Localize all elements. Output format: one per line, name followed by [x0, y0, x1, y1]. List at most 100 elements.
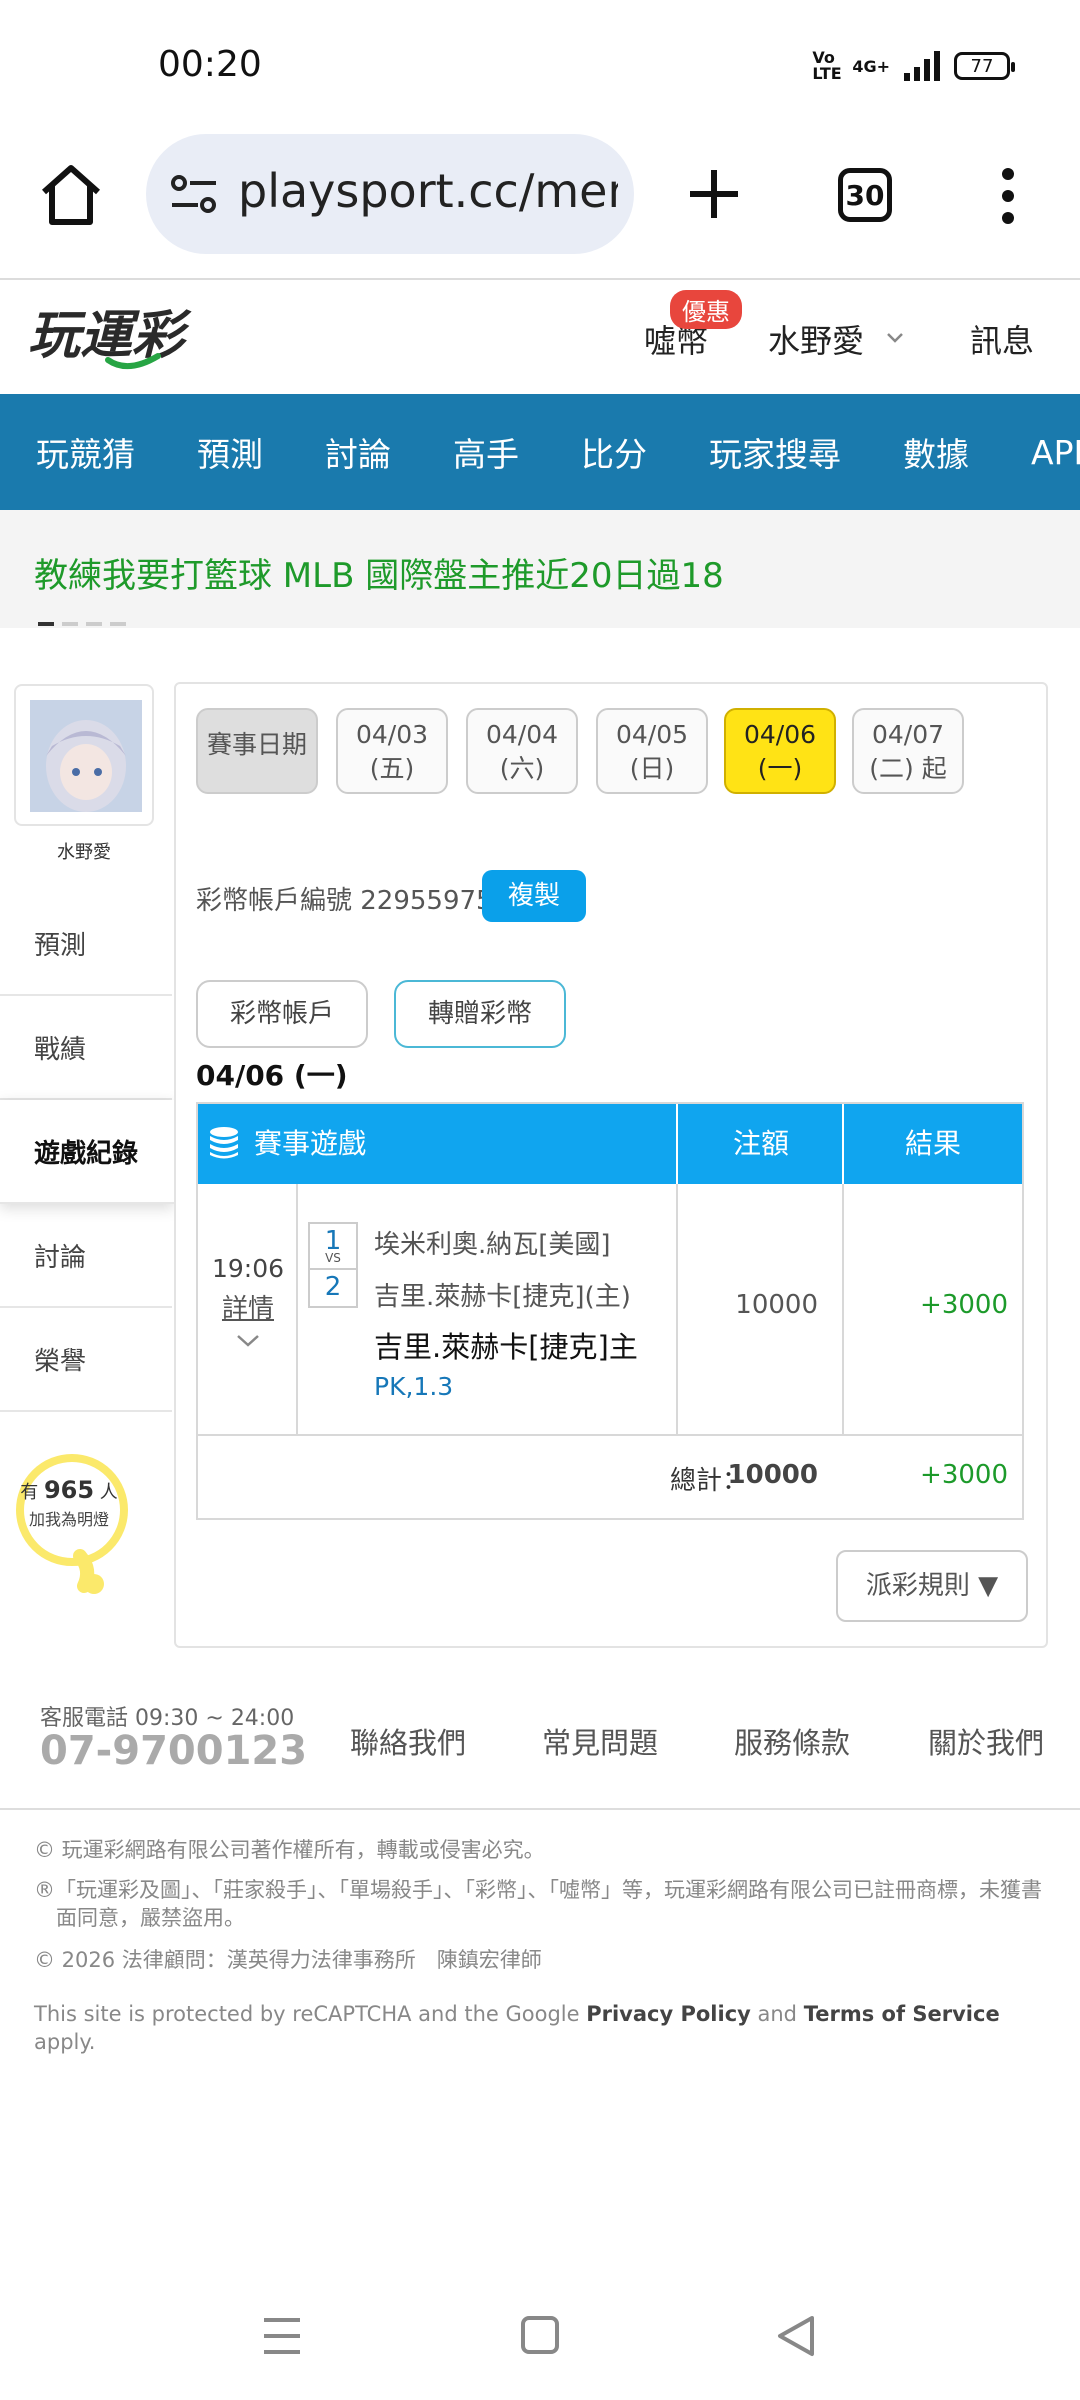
signal-icon: [904, 51, 940, 81]
coin-account-button[interactable]: 彩幣帳戶: [196, 980, 368, 1048]
url-text: playsport.cc/men: [238, 164, 618, 218]
team1-name: 埃米利奧.納瓦[美國]: [374, 1230, 611, 1260]
nav-item-data[interactable]: 數據: [903, 428, 969, 476]
nav-item-app[interactable]: APP: [1031, 433, 1080, 472]
main-nav: 玩競猜 預測 討論 高手 比分 玩家搜尋 數據 APP: [0, 394, 1080, 510]
tab-switcher-button[interactable]: 30: [838, 168, 892, 222]
battery-level: 77: [970, 55, 994, 77]
nav-item-discuss[interactable]: 討論: [325, 428, 391, 476]
sidebar-item-label: 榮譽: [34, 1346, 87, 1377]
avatar-name: 水野愛: [57, 842, 111, 863]
ticker-pagination: [38, 622, 126, 626]
divider: [676, 1104, 678, 1184]
dow-text: (日): [629, 754, 675, 783]
playsport-logo[interactable]: 玩運彩: [28, 298, 228, 378]
sidebar-item-label: 預測: [34, 930, 87, 961]
browser-toolbar: playsport.cc/men 30: [0, 130, 1080, 278]
sidebar-item-label: 遊戲紀錄: [34, 1138, 139, 1169]
site-header: 玩運彩 噓幣 優惠 水野愛 訊息: [0, 280, 1080, 394]
recent-apps-icon[interactable]: [264, 2318, 300, 2354]
date-text: 04/03: [355, 720, 429, 749]
date-tab-0403[interactable]: 04/03 (五): [336, 708, 448, 794]
footer-link-faq[interactable]: 常見問題: [542, 1720, 658, 1762]
back-icon[interactable]: [778, 2316, 814, 2356]
matchup-badge: 1 VS 2: [308, 1222, 358, 1308]
footer-link-about[interactable]: 關於我們: [928, 1720, 1044, 1762]
status-bar: 00:20 Vo LTE 4G+ 77: [0, 0, 1080, 130]
date-text: 04/05: [615, 720, 689, 749]
payout-rules-button[interactable]: 派彩規則 ▼: [836, 1550, 1028, 1622]
user-menu[interactable]: 水野愛: [768, 316, 864, 362]
new-tab-icon[interactable]: [686, 166, 742, 222]
bulb-count-line: 有 965 人: [14, 1476, 124, 1504]
more-menu-icon[interactable]: [996, 166, 1020, 226]
home-icon[interactable]: [38, 162, 104, 228]
vs-label: VS: [325, 1251, 341, 1265]
bet-amount: 10000: [735, 1290, 818, 1320]
nav-item-experts[interactable]: 高手: [453, 428, 519, 476]
pick-selection: 吉里.萊赫卡[捷克]主: [374, 1330, 638, 1364]
date-tab-0407[interactable]: 04/07 (二) 起: [852, 708, 964, 794]
header-game: 賽事遊戲: [254, 1127, 367, 1160]
date-tab-0404[interactable]: 04/04 (六): [466, 708, 578, 794]
terms-of-service-link[interactable]: Terms of Service: [804, 2002, 1000, 2026]
system-navigation-bar: [264, 2316, 814, 2356]
address-bar[interactable]: playsport.cc/men: [146, 134, 634, 254]
ticker-headline[interactable]: 教練我要打籃球 MLB 國際盤主推近20日過18: [34, 548, 724, 597]
nav-item-player-search[interactable]: 玩家搜尋: [709, 428, 841, 476]
detail-link[interactable]: 詳情: [208, 1288, 288, 1325]
home-button-icon[interactable]: [521, 2316, 559, 2354]
legal-advisor-text: © 2026 法律顧問：漢英得力法律事務所 陳鎮宏律師: [34, 1948, 542, 1972]
divider: [0, 1808, 1080, 1810]
team2-name: 吉里.萊赫卡[捷克](主): [374, 1282, 631, 1312]
footer-link-terms[interactable]: 服務條款: [734, 1720, 850, 1762]
battery-icon: 77: [954, 52, 1015, 80]
footer-link-contact[interactable]: 聯絡我們: [350, 1720, 466, 1762]
date-tab-0405[interactable]: 04/05 (日): [596, 708, 708, 794]
recaptcha-text: This site is protected by reCAPTCHA and …: [34, 2002, 587, 2026]
chevron-down-icon[interactable]: [236, 1334, 260, 1348]
site-settings-icon[interactable]: [170, 174, 218, 214]
avatar-image: [30, 700, 142, 812]
pick-line: PK,1.3: [374, 1372, 454, 1401]
sidebar-item-label: 戰績: [34, 1034, 87, 1065]
dow-text: (二) 起: [869, 754, 947, 783]
nav-item-guess[interactable]: 玩競猜: [36, 428, 135, 476]
divider: [198, 1434, 1022, 1436]
bulb-cta[interactable]: 加我為明燈: [14, 1506, 124, 1530]
bet-result: +3000: [920, 1290, 1008, 1320]
team2-number: 2: [310, 1268, 356, 1304]
divider: [842, 1184, 844, 1434]
date-tab-0406[interactable]: 04/06 (一): [724, 708, 836, 794]
total-result: +3000: [920, 1460, 1008, 1490]
avatar[interactable]: [14, 684, 154, 826]
gift-coins-button[interactable]: 轉贈彩幣: [394, 980, 566, 1048]
account-number: 彩幣帳戶編號 22955975: [196, 886, 493, 916]
news-ticker: 教練我要打籃球 MLB 國際盤主推近20日過18: [0, 510, 1080, 628]
bulb-prefix: 有: [20, 1482, 39, 1503]
privacy-policy-link[interactable]: Privacy Policy: [586, 2002, 751, 2026]
coins-stack-icon: [210, 1127, 238, 1159]
nav-item-scores[interactable]: 比分: [581, 428, 647, 476]
table-header: 賽事遊戲 注額 結果: [198, 1104, 1022, 1184]
sidebar-item-honors[interactable]: 榮譽: [0, 1308, 172, 1412]
sidebar-item-game-history[interactable]: 遊戲紀錄: [0, 1100, 174, 1204]
game-time: 19:06: [211, 1254, 285, 1283]
sidebar-item-record[interactable]: 戰績: [0, 996, 172, 1100]
sidebar-item-label: 討論: [34, 1242, 87, 1273]
and-text: and: [750, 2002, 804, 2026]
total-amount: 10000: [727, 1460, 818, 1490]
messages-link[interactable]: 訊息: [970, 316, 1034, 362]
nav-item-predict[interactable]: 預測: [197, 428, 263, 476]
chevron-down-icon[interactable]: [886, 332, 904, 344]
copy-button[interactable]: 複製: [482, 870, 586, 922]
date-text: 04/07: [871, 720, 945, 749]
date-label: 賽事日期: [196, 708, 318, 794]
footer: 客服電話 09:30 ~ 24:00 07-9700123 聯絡我們 常見問題 …: [0, 1690, 1080, 1810]
dow-text: (一): [757, 754, 803, 783]
header-result: 結果: [904, 1127, 961, 1160]
dow-text: (五): [369, 754, 415, 783]
sidebar-item-discuss[interactable]: 討論: [0, 1204, 172, 1308]
sidebar-item-predict[interactable]: 預測: [0, 892, 172, 996]
phone-number[interactable]: 07-9700123: [40, 1728, 307, 1774]
